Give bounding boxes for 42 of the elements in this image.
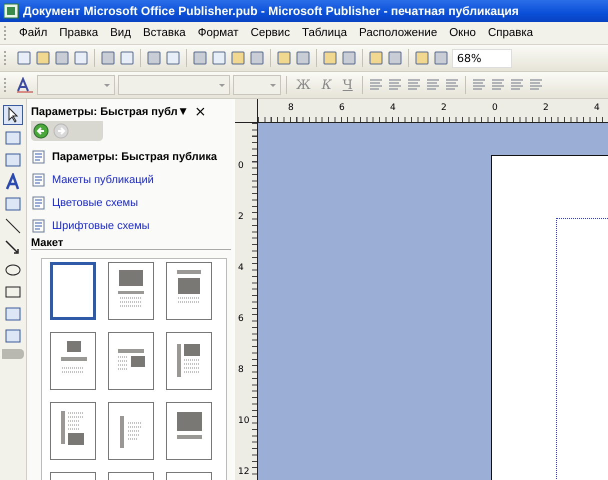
line-icon[interactable] [4, 217, 22, 235]
pointer-icon[interactable] [3, 105, 23, 125]
menu-item[interactable]: Расположение [353, 27, 444, 39]
menu-item[interactable]: Сервис [244, 27, 296, 39]
pane-link[interactable]: Макеты публикаций [52, 174, 154, 186]
menu-item[interactable]: Вставка [136, 27, 192, 39]
ruler-corner [235, 99, 258, 123]
list-icon [31, 218, 47, 234]
layout-thumbnail[interactable] [166, 262, 212, 320]
pane-link[interactable]: Шрифтовые схемы [52, 220, 150, 232]
dropdown-arrow[interactable]: ▼ [180, 107, 186, 117]
layout-thumbnail[interactable] [50, 402, 96, 460]
list-icon [31, 172, 47, 188]
layout-thumbnail[interactable] [50, 262, 96, 320]
layout-thumbnail[interactable] [108, 262, 154, 320]
window-title: Документ Microsoft Office Publisher.pub - Microsoft Publisher - печатная публикация [23, 4, 519, 18]
menu-item[interactable]: Окно [443, 27, 482, 39]
section-heading: Макет [31, 237, 231, 250]
styles-icon[interactable] [16, 77, 34, 93]
menu-item[interactable]: Вид [104, 27, 137, 39]
document-icon [31, 148, 47, 164]
arrow-icon[interactable] [4, 239, 22, 257]
layout-thumbnail[interactable] [166, 332, 212, 390]
zoom-field[interactable]: 68% [452, 48, 512, 68]
back-icon[interactable] [33, 123, 49, 139]
layout-thumbnail[interactable] [50, 332, 96, 390]
menu-item[interactable]: Формат [192, 27, 245, 39]
menu-item[interactable]: Файл [13, 27, 54, 39]
pane-heading: Параметры: Быстрая публика [52, 150, 217, 162]
layout-thumbnail[interactable] [166, 402, 212, 460]
layout-thumbnail[interactable] [108, 332, 154, 390]
close-button[interactable]: × [194, 104, 206, 120]
menu-item[interactable]: Справка [482, 27, 540, 39]
menu-item[interactable]: Правка [53, 27, 104, 39]
app-icon [3, 3, 19, 19]
list-icon [31, 194, 47, 210]
menu-item[interactable]: Таблица [296, 27, 354, 39]
vertical-ruler[interactable]: 0 2 4 6 8 10 12 [235, 123, 258, 480]
wordart-icon[interactable] [4, 173, 22, 191]
task-pane-title[interactable]: Параметры: Быстрая публ [31, 106, 178, 118]
layout-thumbnail[interactable] [108, 402, 154, 460]
pane-link[interactable]: Цветовые схемы [52, 196, 138, 208]
